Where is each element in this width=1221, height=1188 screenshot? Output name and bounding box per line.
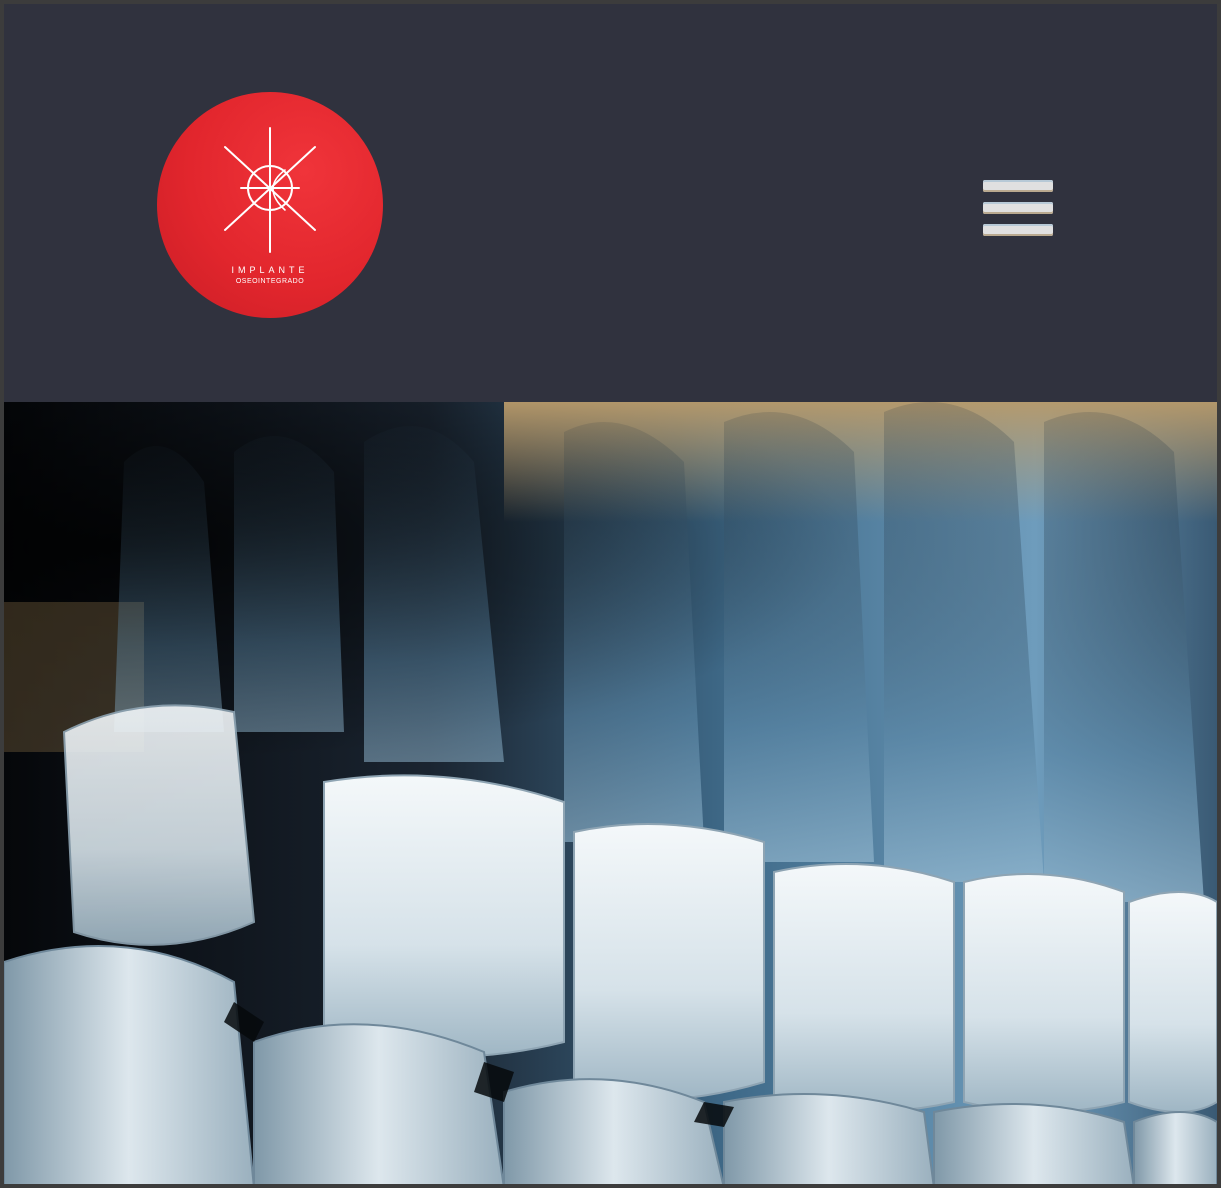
menu-bar: [983, 180, 1053, 192]
page-frame: IMPLANTE OSEOINTEGRADO: [0, 0, 1221, 1188]
menu-bar: [983, 202, 1053, 214]
hamburger-menu-icon[interactable]: [980, 176, 1056, 238]
site-header: IMPLANTE OSEOINTEGRADO: [4, 4, 1217, 402]
teeth-render-image: [4, 402, 1217, 1184]
logo-line-2: OSEOINTEGRADO: [235, 278, 305, 285]
logo-line-1: IMPLANTE: [231, 265, 309, 275]
menu-bar: [983, 224, 1053, 236]
hero-image: [4, 402, 1217, 1184]
site-logo[interactable]: IMPLANTE OSEOINTEGRADO: [157, 92, 383, 318]
